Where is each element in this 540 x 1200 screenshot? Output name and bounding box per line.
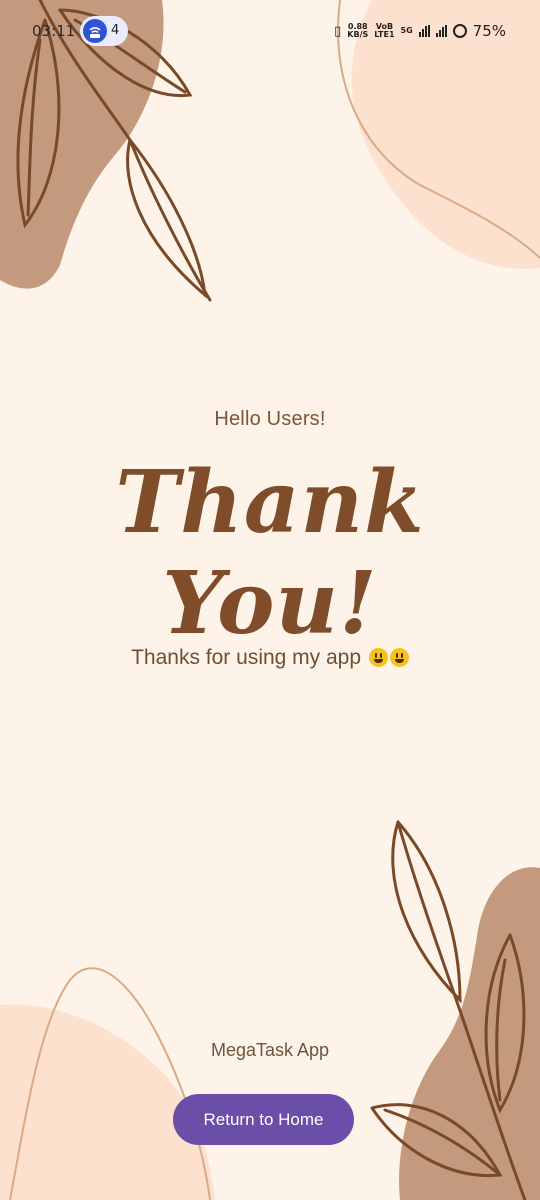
thank-you-headline: Thank You!	[115, 452, 425, 654]
smiley-icon	[389, 648, 409, 667]
smiley-icon	[368, 648, 388, 667]
signal-icon-2	[435, 25, 447, 37]
app-name-label: MegaTask App	[210, 1040, 330, 1060]
notification-count: 4	[111, 23, 120, 38]
vibrate-icon: ▯	[334, 23, 342, 39]
volte-indicator: VoB LTE1	[374, 22, 395, 39]
net-speed: 0.88 KB/S	[347, 22, 369, 39]
clock: 03:11	[32, 22, 76, 40]
subtitle-label: Thanks for using my app	[131, 646, 362, 669]
status-bar: 03:11 4 ▯ 0.88 KB/S VoB LTE1 5G 75%	[0, 0, 540, 64]
battery-level: 75%	[472, 22, 506, 40]
dark-blob-bottom-right	[399, 867, 540, 1200]
system-indicators: ▯ 0.88 KB/S VoB LTE1 5G 75%	[334, 22, 506, 40]
subtitle-text: Thanks for using my app	[0, 646, 540, 670]
notification-chip[interactable]: 4	[80, 16, 128, 46]
battery-icon	[452, 24, 467, 38]
network-type: 5G	[400, 26, 413, 35]
hotspot-icon	[83, 19, 107, 43]
return-home-button[interactable]: Return to Home	[173, 1094, 354, 1145]
signal-icon	[418, 25, 430, 37]
greeting-text: Hello Users!	[214, 408, 326, 430]
